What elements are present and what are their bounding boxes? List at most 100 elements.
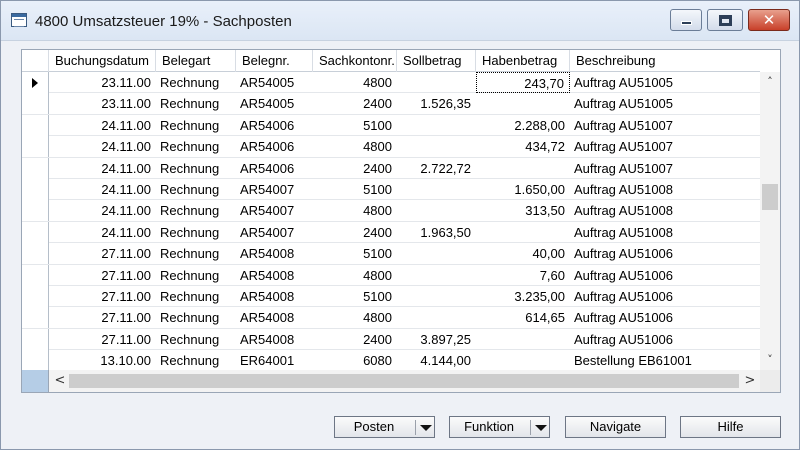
cell-buchungsdatum[interactable]: 27.11.00 — [49, 286, 156, 307]
cell-beschreibung[interactable]: Auftrag AU51005 — [570, 72, 760, 93]
cell-belegart[interactable]: Rechnung — [156, 179, 236, 200]
row-selector[interactable] — [22, 93, 49, 115]
cell-habenbetrag[interactable]: 1.650,00 — [476, 179, 570, 200]
row-selector[interactable] — [22, 243, 49, 265]
cell-belegnr[interactable]: AR54007 — [236, 200, 313, 221]
cell-belegart[interactable]: Rechnung — [156, 136, 236, 157]
title-bar[interactable]: 4800 Umsatzsteuer 19% - Sachposten ✕ — [1, 1, 799, 41]
table-row[interactable]: 24.11.00 Rechnung AR54007 5100 1.650,00 Auftr… — [22, 178, 760, 201]
cell-buchungsdatum[interactable]: 24.11.00 — [49, 158, 156, 179]
cell-buchungsdatum[interactable]: 13.10.00 — [49, 350, 156, 371]
hilfe-button[interactable]: Hilfe — [680, 416, 781, 438]
cell-belegnr[interactable]: AR54005 — [236, 93, 313, 114]
cell-belegart[interactable]: Rechnung — [156, 222, 236, 243]
row-selector[interactable] — [22, 264, 49, 286]
cell-sollbetrag[interactable] — [397, 243, 476, 264]
cell-beschreibung[interactable]: Auftrag AU51006 — [570, 329, 760, 350]
cell-sachkontonr[interactable]: 5100 — [313, 179, 397, 200]
cell-sachkontonr[interactable]: 4800 — [313, 72, 397, 93]
cell-habenbetrag[interactable] — [476, 93, 570, 114]
header-habenbetrag[interactable]: Habenbetrag — [476, 50, 570, 72]
scroll-up-icon[interactable]: ˄ — [763, 75, 777, 89]
cell-buchungsdatum[interactable]: 24.11.00 — [49, 200, 156, 221]
cell-belegart[interactable]: Rechnung — [156, 350, 236, 371]
horizontal-scroll-thumb[interactable] — [69, 374, 739, 388]
cell-sollbetrag[interactable]: 1.526,35 — [397, 93, 476, 114]
cell-habenbetrag[interactable] — [476, 329, 570, 350]
posten-button[interactable]: Posten — [334, 416, 435, 438]
row-selector[interactable] — [22, 307, 49, 329]
cell-sachkontonr[interactable]: 5100 — [313, 286, 397, 307]
cell-belegnr[interactable]: AR54006 — [236, 136, 313, 157]
cell-belegart[interactable]: Rechnung — [156, 93, 236, 114]
cell-buchungsdatum[interactable]: 24.11.00 — [49, 115, 156, 136]
cell-beschreibung[interactable]: Auftrag AU51008 — [570, 222, 760, 243]
cell-sollbetrag[interactable]: 1.963,50 — [397, 222, 476, 243]
cell-belegnr[interactable]: AR54008 — [236, 243, 313, 264]
row-selector[interactable] — [22, 285, 49, 307]
cell-beschreibung[interactable]: Auftrag AU51006 — [570, 265, 760, 286]
row-selector[interactable] — [22, 136, 49, 158]
cell-sollbetrag[interactable]: 3.897,25 — [397, 329, 476, 350]
cell-beschreibung[interactable]: Auftrag AU51007 — [570, 136, 760, 157]
table-row[interactable]: 24.11.00 Rechnung AR54007 4800 313,50 Auftrag… — [22, 200, 760, 222]
header-sachkontonr[interactable]: Sachkontonr. — [313, 50, 397, 72]
cell-buchungsdatum[interactable]: 27.11.00 — [49, 307, 156, 328]
cell-buchungsdatum[interactable]: 23.11.00 — [49, 93, 156, 114]
cell-habenbetrag[interactable]: 243,70 — [476, 72, 570, 93]
cell-buchungsdatum[interactable]: 24.11.00 — [49, 179, 156, 200]
cell-belegart[interactable]: Rechnung — [156, 329, 236, 350]
cell-belegnr[interactable]: AR54008 — [236, 286, 313, 307]
scroll-left-icon[interactable]: < — [52, 372, 68, 390]
cell-buchungsdatum[interactable]: 24.11.00 — [49, 222, 156, 243]
cell-sachkontonr[interactable]: 4800 — [313, 136, 397, 157]
cell-beschreibung[interactable]: Auftrag AU51006 — [570, 286, 760, 307]
table-row[interactable]: 27.11.00 Rechnung AR54008 2400 3.897,25 Auftr… — [22, 328, 760, 351]
table-row[interactable]: 24.11.00 Rechnung AR54006 2400 2.722,72 Auftr… — [22, 157, 760, 179]
cell-belegart[interactable]: Rechnung — [156, 158, 236, 179]
cell-beschreibung[interactable]: Auftrag AU51006 — [570, 307, 760, 328]
cell-habenbetrag[interactable]: 3.235,00 — [476, 286, 570, 307]
cell-belegnr[interactable]: AR54005 — [236, 72, 313, 93]
cell-sachkontonr[interactable]: 2400 — [313, 93, 397, 114]
close-button[interactable]: ✕ — [748, 9, 790, 31]
cell-sollbetrag[interactable] — [397, 72, 476, 93]
cell-buchungsdatum[interactable]: 24.11.00 — [49, 136, 156, 157]
cell-habenbetrag[interactable]: 313,50 — [476, 200, 570, 221]
cell-sachkontonr[interactable]: 6080 — [313, 350, 397, 371]
row-selector[interactable] — [22, 350, 49, 372]
table-row[interactable]: 27.11.00 Rechnung AR54008 4800 614,65 Auftrag… — [22, 307, 760, 329]
cell-beschreibung[interactable]: Auftrag AU51008 — [570, 200, 760, 221]
cell-buchungsdatum[interactable]: 27.11.00 — [49, 243, 156, 264]
cell-sachkontonr[interactable]: 5100 — [313, 115, 397, 136]
cell-beschreibung[interactable]: Auftrag AU51007 — [570, 115, 760, 136]
cell-belegart[interactable]: Rechnung — [156, 115, 236, 136]
cell-beschreibung[interactable]: Auftrag AU51006 — [570, 243, 760, 264]
cell-belegnr[interactable]: AR54006 — [236, 158, 313, 179]
cell-habenbetrag[interactable] — [476, 158, 570, 179]
cell-belegnr[interactable]: AR54006 — [236, 115, 313, 136]
cell-belegnr[interactable]: AR54007 — [236, 222, 313, 243]
cell-belegnr[interactable]: AR54007 — [236, 179, 313, 200]
table-row[interactable]: 24.11.00 Rechnung AR54007 2400 1.963,50 Auftr… — [22, 221, 760, 244]
cell-sollbetrag[interactable]: 4.144,00 — [397, 350, 476, 371]
maximize-button[interactable] — [707, 9, 743, 31]
table-row[interactable]: 27.11.00 Rechnung AR54008 4800 7,60 Auftrag A… — [22, 264, 760, 286]
funktion-button[interactable]: Funktion — [449, 416, 550, 438]
ledger-entries-table[interactable]: Buchungsdatum Belegart Belegnr. Sachkont… — [21, 49, 781, 393]
cell-belegart[interactable]: Rechnung — [156, 307, 236, 328]
cell-belegnr[interactable]: AR54008 — [236, 265, 313, 286]
cell-sachkontonr[interactable]: 4800 — [313, 265, 397, 286]
cell-sollbetrag[interactable] — [397, 307, 476, 328]
dropdown-arrow-icon[interactable] — [420, 425, 432, 431]
row-selector[interactable] — [22, 178, 49, 200]
row-selector[interactable] — [22, 200, 49, 222]
cell-buchungsdatum[interactable]: 23.11.00 — [49, 72, 156, 93]
horizontal-scrollbar[interactable]: < > — [49, 370, 760, 392]
table-row[interactable]: 27.11.00 Rechnung AR54008 5100 40,00 Auftrag … — [22, 243, 760, 265]
row-selector[interactable] — [22, 221, 49, 243]
cell-habenbetrag[interactable]: 40,00 — [476, 243, 570, 264]
cell-beschreibung[interactable]: Auftrag AU51007 — [570, 158, 760, 179]
cell-habenbetrag[interactable] — [476, 350, 570, 371]
scroll-down-icon[interactable]: ˅ — [763, 353, 777, 367]
